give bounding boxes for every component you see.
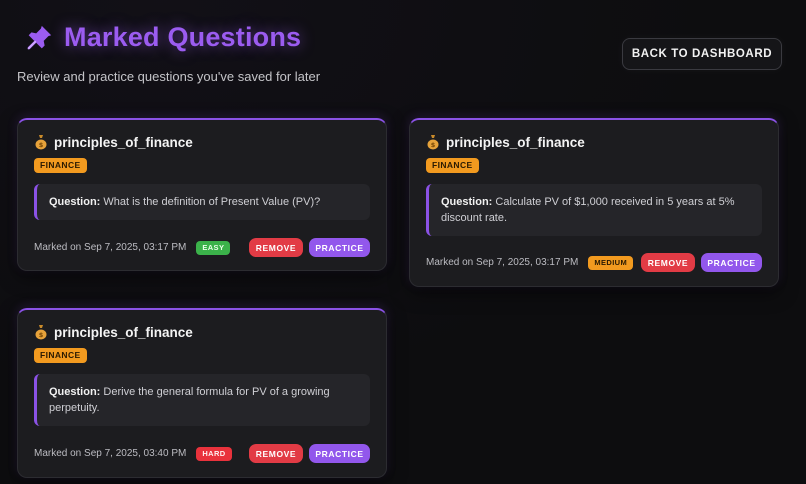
card-footer: Marked on Sep 7, 2025, 03:40 PM HARD REM… [34,444,370,463]
pushpin-icon [27,25,52,49]
remove-button[interactable]: REMOVE [641,253,695,272]
question-label: Question: [49,196,101,208]
question-box: Question: Calculate PV of $1,000 receive… [426,184,762,236]
card-header: $ principles_of_finance [34,134,193,150]
card-footer: Marked on Sep 7, 2025, 03:17 PM MEDIUM R… [426,253,762,272]
card-topic: principles_of_finance [446,134,585,150]
question-text: What is the definition of Present Value … [103,196,321,208]
practice-button[interactable]: PRACTICE [701,253,762,272]
difficulty-badge: EASY [196,240,231,255]
difficulty-badge: MEDIUM [588,255,634,270]
marked-date: Marked on Sep 7, 2025, 03:17 PM [426,257,579,268]
practice-button[interactable]: PRACTICE [309,238,370,257]
card-header: $ principles_of_finance [34,324,193,340]
question-card: $ principles_of_finance FINANCE Question… [409,118,779,287]
back-to-dashboard-button[interactable]: BACK TO DASHBOARD [622,38,782,70]
marked-date: Marked on Sep 7, 2025, 03:17 PM [34,242,187,253]
card-footer: Marked on Sep 7, 2025, 03:17 PM EASY REM… [34,238,370,257]
subject-tag: FINANCE [426,158,479,173]
question-box: Question: What is the definition of Pres… [34,184,370,220]
page-title: Marked Questions [64,22,302,52]
svg-text:$: $ [39,141,44,149]
question-box: Question: Derive the general formula for… [34,374,370,426]
subject-tag: FINANCE [34,348,87,363]
remove-button[interactable]: REMOVE [249,238,303,257]
svg-text:$: $ [39,331,44,339]
subject-tag: FINANCE [34,158,87,173]
question-card: $ principles_of_finance FINANCE Question… [17,308,387,478]
difficulty-badge: HARD [196,446,232,461]
card-topic: principles_of_finance [54,134,193,150]
money-bag-icon: $ [427,135,439,150]
question-label: Question: [49,386,101,398]
card-header: $ principles_of_finance [426,134,585,150]
money-bag-icon: $ [35,135,47,150]
remove-button[interactable]: REMOVE [249,444,303,463]
money-bag-icon: $ [35,325,47,340]
marked-questions-page: Marked Questions Review and practice que… [0,0,806,484]
svg-text:$: $ [431,141,436,149]
question-label: Question: [441,196,493,208]
page-header: Marked Questions [24,22,301,53]
page-subtitle: Review and practice questions you've sav… [17,69,321,84]
question-card: $ principles_of_finance FINANCE Question… [17,118,387,271]
marked-date: Marked on Sep 7, 2025, 03:40 PM [34,448,187,459]
practice-button[interactable]: PRACTICE [309,444,370,463]
card-topic: principles_of_finance [54,324,193,340]
